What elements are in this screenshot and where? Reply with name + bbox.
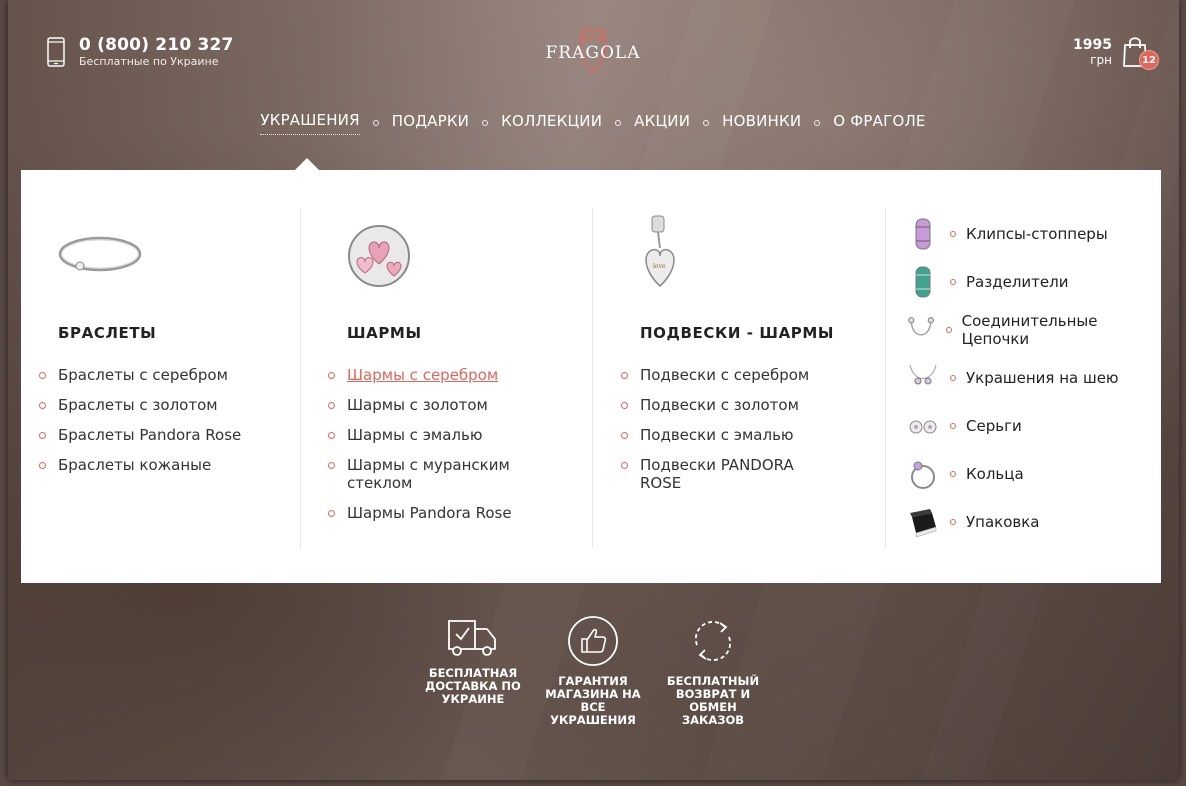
nav-item-sales[interactable]: АКЦИИ (634, 112, 690, 135)
menu-link[interactable]: Браслеты с серебром (39, 366, 298, 384)
column-title[interactable]: БРАСЛЕТЫ (58, 324, 298, 342)
menu-link[interactable]: Браслеты кожаные (39, 456, 298, 474)
feature-text: Бесплатный возврат и обмен заказов (666, 674, 760, 727)
column-divider (885, 208, 886, 548)
bullet (950, 231, 956, 237)
safety-chain-icon (908, 317, 934, 336)
nav-separator (372, 120, 379, 126)
bracelet-image[interactable] (58, 208, 148, 298)
charm-image[interactable] (347, 208, 437, 298)
side-item-label: Серьги (966, 417, 1022, 435)
nav-item-collections[interactable]: КОЛЛЕКЦИИ (501, 112, 602, 135)
bullet (950, 423, 956, 429)
side-item-label: Соединительные Цепочки (961, 312, 1098, 348)
nav-separator (814, 120, 821, 126)
gift-box-icon (910, 509, 937, 538)
menu-column-charms: ШАРМЫ Шармы с серебром Шармы с золотом Ш… (328, 208, 587, 548)
svg-text:love: love (653, 263, 666, 270)
refresh-icon (694, 621, 732, 661)
side-item-label: Клипсы-стопперы (966, 225, 1108, 243)
feature-text: Гарантия магазина на все украшения (545, 674, 641, 727)
column-title[interactable]: ШАРМЫ (347, 324, 587, 342)
pendant-image[interactable]: love (640, 208, 730, 298)
logo[interactable]: FRAGOLA (540, 22, 646, 74)
side-item-label: Кольца (966, 465, 1024, 483)
dropdown-arrow (295, 158, 319, 170)
menu-link[interactable]: Подвески PANDORA ROSE (621, 456, 830, 492)
menu-link[interactable]: Браслеты с золотом (39, 396, 298, 414)
side-item-packaging[interactable]: Упаковка (906, 498, 1146, 546)
bullet (950, 375, 956, 381)
side-item-label: Украшения на шею (966, 369, 1119, 387)
feature-text: Бесплатная доставка по Украине (425, 666, 521, 706)
menu-link[interactable]: Шармы с эмалью (328, 426, 527, 444)
nav-separator (703, 120, 710, 126)
side-item-earrings[interactable]: Серьги (906, 402, 1146, 450)
spacer-icon (915, 266, 931, 298)
column-divider (300, 208, 301, 548)
cart-amount: 1995 (1073, 37, 1112, 53)
menu-link[interactable]: Шармы с золотом (328, 396, 527, 414)
side-item-label: Разделители (966, 273, 1069, 291)
bullet (950, 471, 956, 477)
feature-guarantee: Гарантия магазина на все украшения (545, 615, 641, 727)
mega-menu-panel: БРАСЛЕТЫ Браслеты с серебром Браслеты с … (21, 170, 1161, 583)
side-item-clip-stoppers[interactable]: Клипсы-стопперы (906, 210, 1146, 258)
side-item-spacers[interactable]: Разделители (906, 258, 1146, 306)
logo-text: FRAGOLA (545, 43, 641, 63)
bullet (950, 519, 956, 525)
earrings-icon (909, 420, 937, 434)
menu-link[interactable]: Шармы с муранским стеклом (328, 456, 527, 492)
nav-item-gifts[interactable]: ПОДАРКИ (392, 112, 469, 135)
column-divider (592, 208, 593, 548)
phone-block[interactable]: 0 (800) 210 327 Бесплатные по Украине (46, 35, 234, 69)
cart-currency: грн (1090, 53, 1112, 67)
menu-link-active[interactable]: Шармы с серебром (328, 366, 527, 384)
nav-separator (482, 120, 489, 126)
nav-item-new[interactable]: НОВИНКИ (722, 112, 801, 135)
menu-column-pendants: love ПОДВЕСКИ - ШАРМЫ Подвески с серебро… (621, 208, 880, 548)
necklace-icon (909, 364, 937, 385)
side-item-necklaces[interactable]: Украшения на шею (906, 354, 1146, 402)
nav-separator (615, 120, 622, 126)
bullet (946, 327, 952, 333)
cart-count-badge: 12 (1139, 50, 1159, 70)
menu-link[interactable]: Подвески с серебром (621, 366, 830, 384)
menu-link[interactable]: Браслеты Pandora Rose (39, 426, 298, 444)
link-list: Подвески с серебром Подвески с золотом П… (621, 366, 830, 492)
thumbs-up-icon (568, 616, 618, 666)
nav-item-about[interactable]: О ФРАГОЛЕ (833, 112, 925, 135)
menu-link[interactable]: Подвески с золотом (621, 396, 830, 414)
side-category-list: Клипсы-стопперы Разделители Соединительн… (906, 210, 1146, 546)
menu-column-bracelets: БРАСЛЕТЫ Браслеты с серебром Браслеты с … (39, 208, 298, 548)
phone-icon (47, 37, 65, 67)
phone-number[interactable]: 0 (800) 210 327 (79, 35, 234, 55)
feature-return: Бесплатный возврат и обмен заказов (665, 615, 761, 727)
delivery-truck-icon (448, 620, 496, 656)
cart[interactable]: 1995 грн 12 (1073, 36, 1159, 70)
nav-item-jewelry[interactable]: УКРАШЕНИЯ (260, 111, 360, 135)
bullet (950, 279, 956, 285)
link-list: Шармы с серебром Шармы с золотом Шармы с… (328, 366, 527, 522)
menu-link[interactable]: Подвески с эмалью (621, 426, 830, 444)
feature-delivery: Бесплатная доставка по Украине (425, 615, 521, 706)
side-item-rings[interactable]: Кольца (906, 450, 1146, 498)
menu-link[interactable]: Шармы Pandora Rose (328, 504, 527, 522)
column-title[interactable]: ПОДВЕСКИ - ШАРМЫ (640, 324, 880, 342)
link-list: Браслеты с серебром Браслеты с золотом Б… (39, 366, 298, 474)
clip-stopper-icon (915, 218, 931, 250)
side-item-label: Упаковка (966, 513, 1040, 531)
ring-icon (911, 461, 935, 489)
side-item-safety-chains[interactable]: Соединительные Цепочки (906, 306, 1146, 354)
main-nav: УКРАШЕНИЯ ПОДАРКИ КОЛЛЕКЦИИ АКЦИИ НОВИНК… (0, 111, 1186, 135)
phone-note: Бесплатные по Украине (79, 55, 219, 68)
